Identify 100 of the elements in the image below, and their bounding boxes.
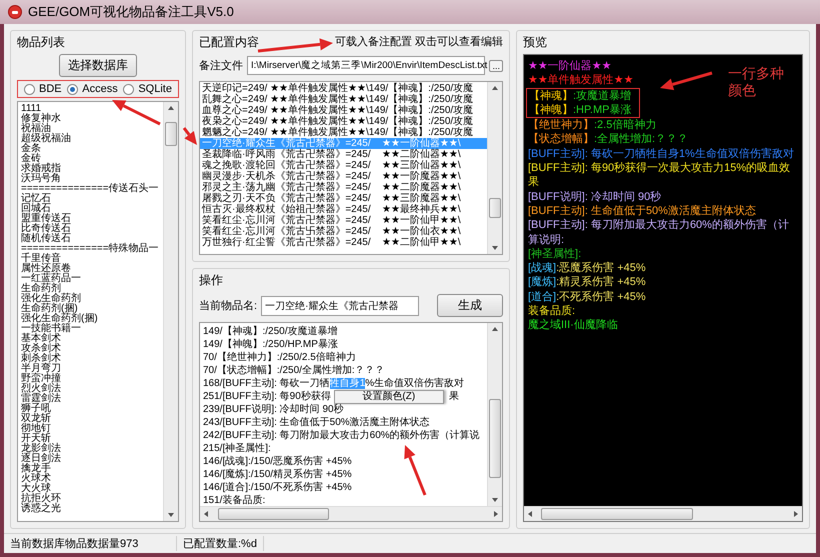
list-item[interactable]: 野蛮冲撞 bbox=[21, 374, 61, 384]
scrollbar[interactable] bbox=[163, 102, 178, 521]
radio-button[interactable]: BDE bbox=[24, 83, 62, 95]
generate-button[interactable]: 生成 bbox=[437, 294, 503, 317]
editor-line: 239/[BUFF说明]: 冷却时间 90秒 bbox=[203, 403, 344, 416]
list-row[interactable]: 邪灵之主·荡九幽《荒古卍禁器》=245/ ★★二阶魔器★★\ bbox=[200, 182, 487, 193]
preview-line: 【神魂】:攻魔道暴增 bbox=[529, 88, 632, 103]
scrollbar[interactable] bbox=[524, 506, 802, 521]
list-item[interactable]: 沃玛号角 bbox=[21, 174, 61, 184]
item-name-field[interactable]: 一刀空绝·耀众生《荒古卍禁器 bbox=[261, 296, 420, 316]
list-row[interactable]: 幽灵漫步·天机杀《荒古卍禁器》=245/ ★★一阶魔器★★\ bbox=[200, 171, 487, 182]
list-item[interactable]: 强化生命药剂(捆) bbox=[21, 314, 98, 324]
scroll-down-icon[interactable] bbox=[492, 246, 498, 250]
list-item[interactable]: 金条 bbox=[21, 144, 41, 154]
list-item[interactable]: 比奇传送石 bbox=[21, 224, 71, 234]
list-item[interactable]: 擒龙手 bbox=[21, 464, 51, 474]
scroll-down-icon[interactable] bbox=[492, 498, 498, 502]
list-row[interactable]: 万世独行·红尘誓《荒古卍禁器》=245/ ★★二阶仙甲★★\ bbox=[200, 237, 487, 248]
scroll-up-icon[interactable] bbox=[168, 106, 174, 110]
scrollbar-thumb[interactable] bbox=[489, 398, 501, 478]
list-row[interactable]: 笑看红尘·忘川河《荒古卍禁器》=245/ ★★一阶仙甲★★\ bbox=[200, 215, 487, 226]
list-item[interactable]: 狮子吼 bbox=[21, 404, 51, 414]
preview-line: [战魂]:恶魔系伤害 +45% bbox=[528, 261, 646, 276]
list-item[interactable]: 1111 bbox=[21, 104, 42, 114]
list-item[interactable]: 攻杀剑术 bbox=[21, 344, 61, 354]
scroll-left-icon[interactable] bbox=[528, 511, 532, 517]
list-item[interactable]: 抗拒火环 bbox=[21, 494, 61, 504]
list-row[interactable]: 屠戮之刃·天不负《荒古卍禁器》=245/ ★★三阶魔器★★\ bbox=[200, 193, 487, 204]
editor-line: 151/装备品质: bbox=[203, 494, 266, 506]
radio-button[interactable]: SQLite bbox=[123, 83, 172, 95]
list-item[interactable]: 超级祝福油 bbox=[21, 134, 71, 144]
scroll-right-icon[interactable] bbox=[494, 511, 498, 517]
browse-button[interactable]: ... bbox=[489, 60, 503, 72]
file-path-field[interactable]: I:\Mirserver\魔之域第三季\Mir200\Envir\ItemDescList.txt bbox=[247, 56, 486, 75]
row-name: 笑看红尘·忘川河《荒古卐禁器》=245/ bbox=[202, 226, 372, 237]
list-row[interactable]: 魍魉之心=249/ ★★单件触发属性★★\149/【神魂】:/250/攻魔 bbox=[200, 127, 487, 138]
scroll-down-icon[interactable] bbox=[168, 513, 174, 517]
row-name: 一刀空绝·耀众生《荒古卍禁器》=245/ bbox=[202, 138, 372, 149]
list-item[interactable]: 龙影剑法 bbox=[21, 444, 61, 454]
radio-button[interactable]: Access bbox=[67, 83, 118, 95]
list-row[interactable]: 天逆印记=249/ ★★单件触发属性★★\149/【神魂】:/250/攻魔 bbox=[200, 83, 487, 94]
list-row[interactable]: 魂之挽歌·渡轮回《荒古卍禁器》=245/ ★★三阶仙器★★\ bbox=[200, 160, 487, 171]
list-item[interactable]: 求婚戒指 bbox=[21, 164, 61, 174]
menu-item[interactable]: 设置颜色(Z) bbox=[334, 390, 443, 402]
list-item[interactable]: 诱惑之光 bbox=[21, 504, 61, 514]
scrollbar-thumb[interactable] bbox=[489, 198, 501, 218]
row-detail: ★★二阶仙甲★★\ bbox=[382, 237, 461, 248]
list-item[interactable]: 盟重传送石 bbox=[21, 214, 71, 224]
list-item[interactable]: ===============传送石头一 bbox=[21, 184, 159, 194]
list-item[interactable]: 烈火剑法 bbox=[21, 384, 61, 394]
scrollbar-thumb[interactable] bbox=[218, 508, 329, 520]
editor-line: 146/[战魂]:/150/恶魔系伤害 +45% bbox=[203, 455, 352, 468]
list-item[interactable]: 刺杀剑术 bbox=[21, 354, 61, 364]
list-row[interactable]: 乱舞之心=249/ ★★单件触发属性★★\149/【神魂】:/250/攻魔 bbox=[200, 94, 487, 105]
list-item[interactable]: 双龙斩 bbox=[21, 414, 51, 424]
list-item[interactable]: 半月弯刀 bbox=[21, 364, 61, 374]
list-item[interactable]: 强化生命药剂 bbox=[21, 294, 81, 304]
list-item[interactable]: 逐日剑法 bbox=[21, 454, 61, 464]
scrollbar-thumb[interactable] bbox=[541, 508, 694, 520]
scroll-up-icon[interactable] bbox=[492, 86, 498, 90]
scrollbar[interactable] bbox=[200, 506, 502, 521]
list-row[interactable]: 圣裁降临·呼风雨《荒古卍禁器》=245/ ★★二阶仙器★★\ bbox=[200, 149, 487, 160]
list-item[interactable]: 火球术 bbox=[21, 474, 51, 484]
list-item[interactable]: 修复神水 bbox=[21, 114, 61, 124]
scrollbar[interactable] bbox=[487, 82, 502, 254]
list-row[interactable]: 血尊之心=249/ ★★单件触发属性★★\149/【神魂】:/250/攻魔 bbox=[200, 105, 487, 116]
arrow-annotation bbox=[660, 72, 712, 90]
list-item[interactable]: 金砖 bbox=[21, 154, 41, 164]
list-item[interactable]: 祝福油 bbox=[21, 124, 51, 134]
scrollbar-thumb[interactable] bbox=[165, 122, 177, 146]
scroll-right-icon[interactable] bbox=[794, 511, 798, 517]
group-title: 预览 bbox=[523, 34, 547, 51]
list-item[interactable]: 属性还原卷 bbox=[21, 264, 71, 274]
row-name: 幽灵漫步·天机杀《荒古卍禁器》=245/ bbox=[202, 171, 372, 182]
select-database-button[interactable]: 选择数据库 bbox=[59, 54, 137, 77]
list-item[interactable]: 生命药剂(捆) bbox=[21, 304, 78, 314]
scroll-left-icon[interactable] bbox=[204, 511, 208, 517]
scroll-up-icon[interactable] bbox=[492, 327, 498, 331]
list-item[interactable]: 千里传音 bbox=[21, 254, 61, 264]
list-item[interactable]: 开天斩 bbox=[21, 434, 51, 444]
list-item[interactable]: ===============特殊物品一 bbox=[21, 244, 159, 254]
editor-line: 251/[BUFF主动]: 每90秒获得 bbox=[203, 390, 331, 403]
list-item[interactable]: 雷霆剑法 bbox=[21, 394, 61, 404]
list-row[interactable]: 笑看红尘·忘川河《荒古卐禁器》=245/ ★★一阶仙衣★★\ bbox=[200, 226, 487, 237]
hint-text: 可载入备注配置 双击可以查看编辑 bbox=[334, 34, 503, 49]
list-item[interactable]: 回城石 bbox=[21, 204, 51, 214]
list-item[interactable]: 基本剑术 bbox=[21, 334, 61, 344]
list-row[interactable]: 夜枭之心=249/ ★★单件触发属性★★\149/【神魂】:/250/攻魔 bbox=[200, 116, 487, 127]
list-row[interactable]: 恒古灭·最终权杖《始祖卍禁器》=245/ ★★最终神兵★★\ bbox=[200, 204, 487, 215]
editor-line: 215/[神圣属性]: bbox=[203, 442, 271, 455]
list-item[interactable]: 一技能书籍一 bbox=[21, 324, 81, 334]
list-item[interactable]: 一红蓝药品一 bbox=[21, 274, 81, 284]
scrollbar[interactable] bbox=[487, 323, 502, 506]
row-name: 笑看红尘·忘川河《荒古卍禁器》=245/ bbox=[202, 215, 372, 226]
list-item[interactable]: 生命药剂 bbox=[21, 284, 61, 294]
list-item[interactable]: 大火球 bbox=[21, 484, 51, 494]
list-item[interactable]: 记忆石 bbox=[21, 194, 51, 204]
list-item[interactable]: 随机传送石 bbox=[21, 234, 71, 244]
text-editor[interactable] bbox=[199, 322, 503, 522]
list-item[interactable]: 彻地钉 bbox=[21, 424, 51, 434]
